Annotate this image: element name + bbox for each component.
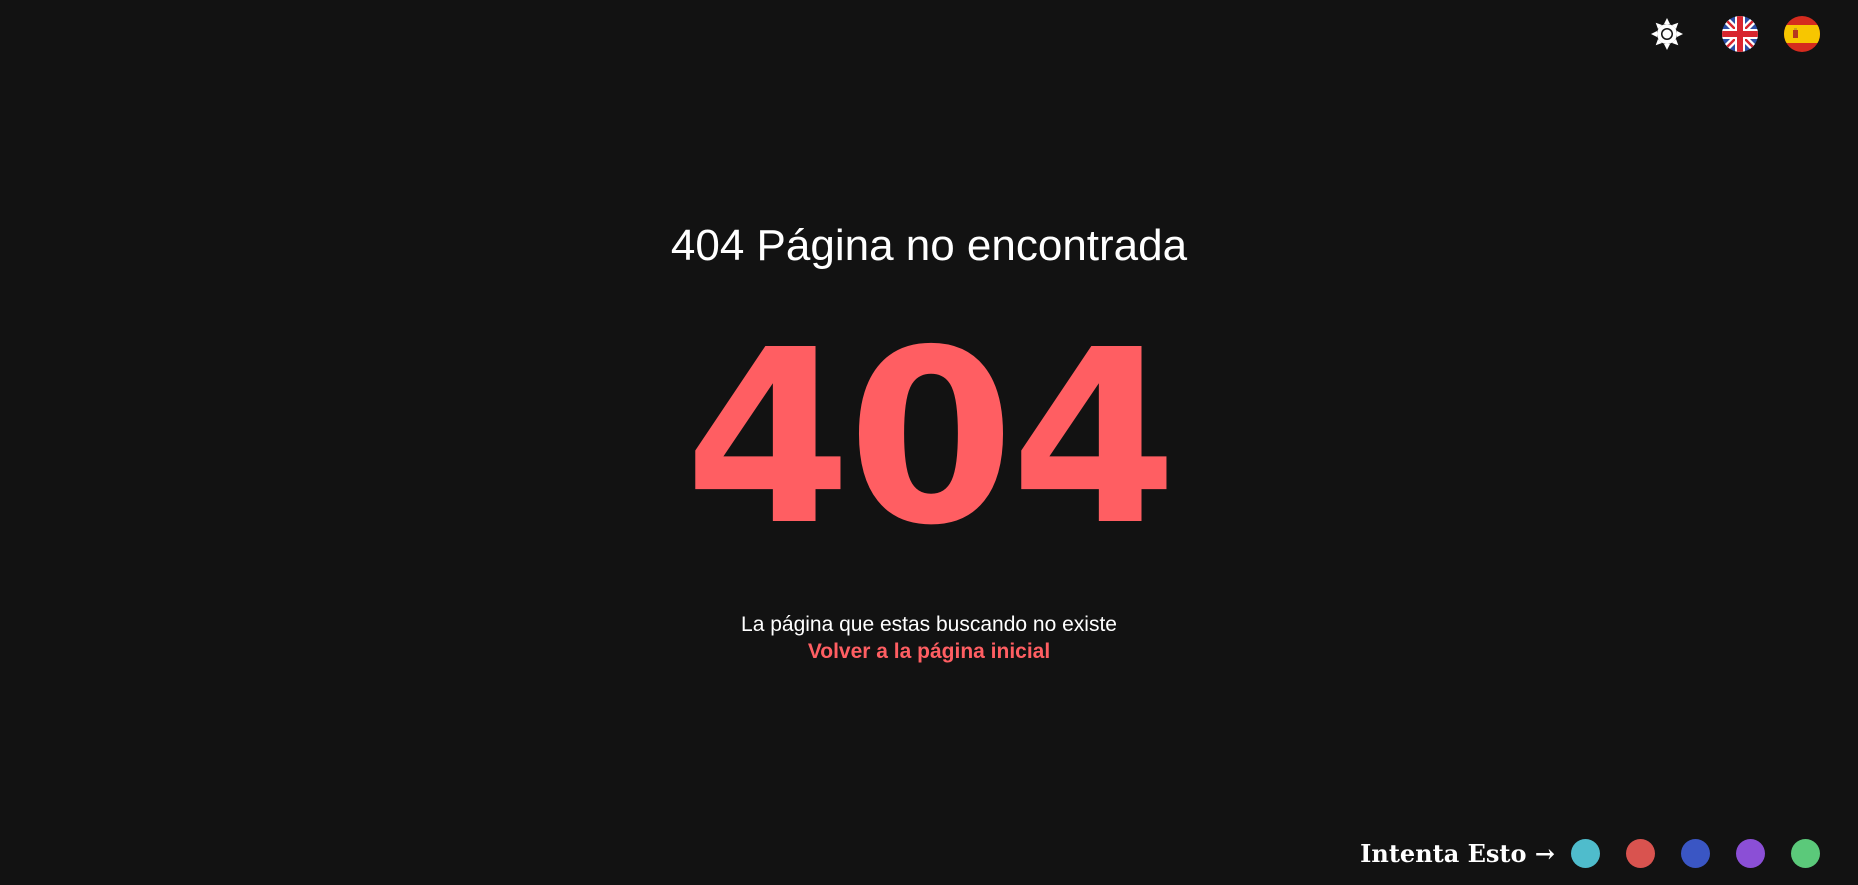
sun-icon bbox=[1651, 18, 1683, 50]
color-swatch-green[interactable] bbox=[1791, 839, 1820, 868]
error-message: La página que estas buscando no existe bbox=[741, 613, 1117, 636]
spain-flag-icon bbox=[1784, 16, 1820, 52]
language-english-button[interactable] bbox=[1722, 16, 1758, 52]
language-spanish-button[interactable] bbox=[1784, 16, 1820, 52]
page-root: 404 Página no encontrada 404 La página q… bbox=[0, 0, 1858, 885]
try-this-label: Intenta Esto → bbox=[1360, 839, 1555, 868]
color-swatch-red[interactable] bbox=[1626, 839, 1655, 868]
color-picker: Intenta Esto → bbox=[1360, 839, 1820, 868]
color-swatch-cyan[interactable] bbox=[1571, 839, 1600, 868]
color-swatch-purple[interactable] bbox=[1736, 839, 1765, 868]
theme-toggle-button[interactable] bbox=[1648, 15, 1686, 53]
color-swatch-blue[interactable] bbox=[1681, 839, 1710, 868]
page-title: 404 Página no encontrada bbox=[670, 221, 1188, 270]
uk-flag-icon bbox=[1722, 16, 1758, 52]
home-link-row: Volver a la página inicial bbox=[0, 639, 1858, 665]
home-link[interactable]: Volver a la página inicial bbox=[808, 640, 1050, 663]
error-code: 404 bbox=[684, 298, 1178, 578]
top-controls bbox=[1648, 15, 1820, 53]
